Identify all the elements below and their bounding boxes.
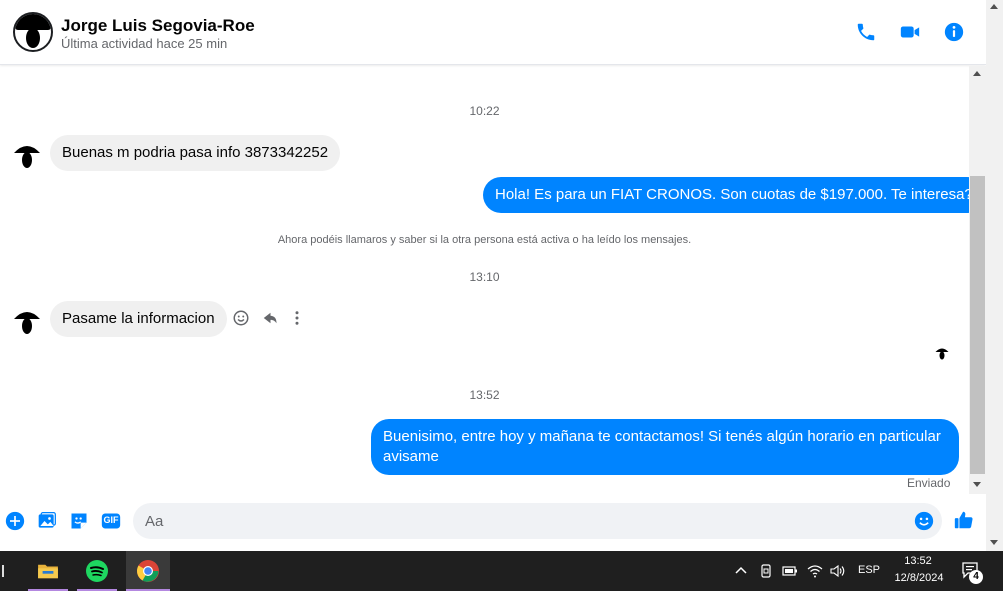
taskbar-chrome[interactable] (126, 551, 170, 591)
wifi-indicator[interactable] (806, 562, 824, 580)
seen-indicator-avatar (935, 348, 949, 360)
timestamp-divider: 10:22 (469, 104, 500, 118)
chat-header: Jorge Luis Segovia-Roe Última actividad … (0, 0, 986, 65)
like-icon (954, 511, 973, 529)
conversation-info-button[interactable] (942, 20, 966, 44)
attach-image-button[interactable] (36, 510, 58, 532)
sender-avatar[interactable] (13, 141, 41, 169)
scroll-thumb[interactable] (970, 176, 985, 474)
input-language[interactable]: ESP (858, 564, 880, 576)
reply-icon (263, 312, 277, 324)
volume-control[interactable] (829, 562, 847, 580)
video-camera-icon (900, 26, 920, 38)
scroll-down-arrow[interactable] (973, 482, 981, 487)
timestamp-divider: 13:10 (469, 270, 500, 284)
voice-call-button[interactable] (854, 20, 878, 44)
file-explorer-icon (38, 564, 58, 579)
outgoing-message[interactable]: Buenisimo, entre hoy y mañana te contact… (371, 419, 959, 475)
battery-icon (782, 566, 797, 576)
send-like-button[interactable] (952, 508, 976, 532)
page-scrollbar[interactable] (986, 0, 1003, 551)
incoming-message[interactable]: Buenas m podria pasa info 3873342252 (50, 135, 341, 171)
notification-count-badge: 4 (969, 570, 983, 584)
page-scroll-up-arrow[interactable] (990, 4, 998, 9)
windows-taskbar: ESP 13:52 12/8/2024 4 (0, 551, 1003, 591)
speaker-icon (830, 564, 845, 578)
message-input[interactable] (133, 503, 942, 539)
wifi-icon (807, 565, 823, 578)
system-notice: Ahora podéis llamaros y saber si la otra… (277, 234, 692, 246)
chevron-up-icon (735, 566, 747, 574)
show-hidden-icons-button[interactable] (732, 562, 750, 580)
contact-avatar[interactable] (13, 12, 53, 52)
contact-status: Última actividad hace 25 min (61, 36, 228, 51)
sender-avatar[interactable] (13, 307, 41, 335)
emoji-icon (914, 511, 934, 531)
contact-name[interactable]: Jorge Luis Segovia-Roe (61, 16, 255, 36)
chrome-icon (137, 560, 159, 582)
reply-button[interactable] (258, 307, 280, 329)
outgoing-message[interactable]: Hola! Es para un FIAT CRONOS. Son cuotas… (483, 177, 969, 213)
gif-button[interactable]: GIF (100, 510, 122, 532)
scroll-up-arrow[interactable] (973, 71, 981, 76)
message-list-scrollbar[interactable] (969, 66, 986, 494)
message-list[interactable]: 10:22 Buenas m podria pasa info 38733422… (0, 66, 969, 494)
spotify-icon (86, 560, 108, 582)
message-composer: GIF (0, 494, 986, 551)
page-scroll-down-arrow[interactable] (990, 540, 998, 545)
timestamp-divider: 13:52 (469, 388, 500, 402)
clock-date[interactable]: 12/8/2024 (890, 572, 948, 584)
sticker-icon (71, 513, 87, 529)
incoming-message[interactable]: Pasame la informacion (50, 301, 227, 337)
emoji-button[interactable] (913, 510, 935, 532)
more-actions-button[interactable] (4, 510, 26, 532)
taskbar-overflow-handle[interactable] (2, 565, 4, 577)
messenger-window: Jorge Luis Segovia-Roe Última actividad … (0, 0, 1003, 591)
battery-indicator[interactable] (781, 562, 799, 580)
plus-icon (5, 511, 25, 531)
taskbar-file-explorer[interactable] (28, 551, 68, 591)
image-icon (38, 512, 56, 528)
clock-time[interactable]: 13:52 (896, 555, 940, 567)
device-icon (761, 564, 771, 578)
more-options-button[interactable] (286, 307, 308, 329)
video-call-button[interactable] (898, 20, 922, 44)
gif-label: GIF (103, 515, 119, 525)
tray-app-icon[interactable] (757, 562, 775, 580)
more-vertical-icon (295, 311, 299, 325)
phone-icon (857, 23, 875, 41)
info-icon (944, 22, 964, 42)
react-button[interactable] (230, 307, 252, 329)
sticker-button[interactable] (68, 510, 90, 532)
smiley-icon (233, 310, 249, 326)
sent-status: Enviado (907, 476, 951, 490)
taskbar-spotify[interactable] (77, 551, 117, 591)
